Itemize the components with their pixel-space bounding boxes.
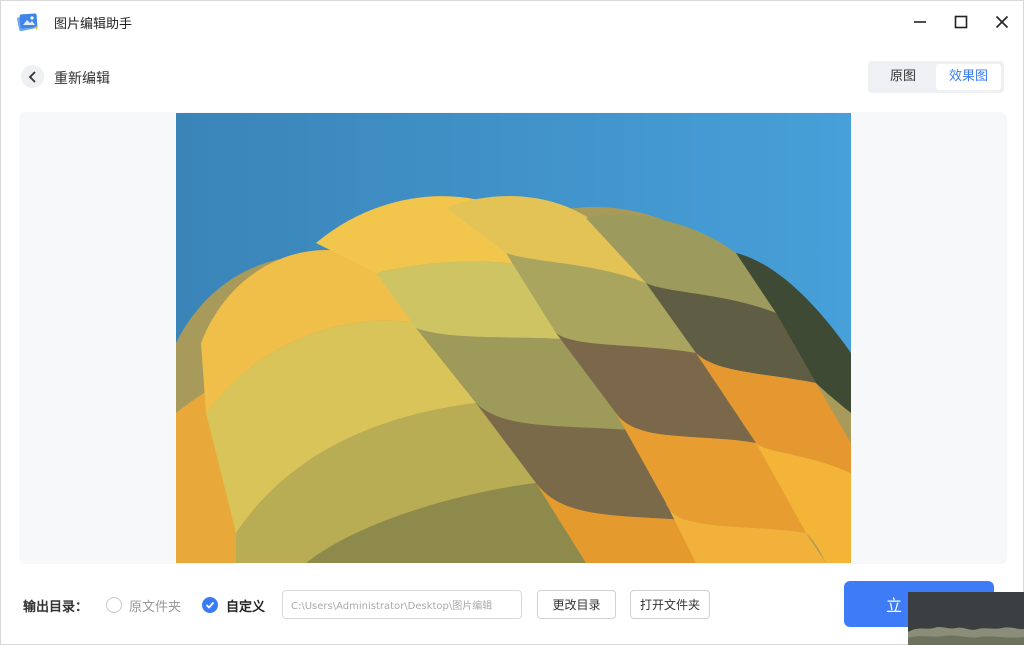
tab-result[interactable]: 效果图 [936,64,1001,90]
open-folder-button[interactable]: 打开文件夹 [630,590,710,619]
radio-label-custom[interactable]: 自定义 [226,596,265,615]
maximize-button[interactable] [949,10,973,34]
radio-custom[interactable] [202,597,218,613]
output-path-field[interactable] [282,590,522,619]
preview-image [176,113,851,563]
change-dir-button[interactable]: 更改目录 [537,590,616,619]
output-dir-label: 输出目录： [23,600,89,615]
app-title: 图片编辑助手 [54,17,133,32]
radio-original-folder[interactable] [106,597,122,613]
tab-original[interactable]: 原图 [871,64,935,90]
app-window: 图片编辑助手 重新编辑 原图 效果图 输出目录： 原文件夹 自定义 C:\Use… [0,0,1024,645]
title-bar: 图片编辑助手 [1,1,1023,43]
chevron-left-icon [28,70,36,83]
minimize-icon [914,21,926,23]
check-icon [205,601,215,609]
app-logo-icon [15,10,41,34]
maximize-icon [954,15,968,29]
back-label[interactable]: 重新编辑 [54,68,110,88]
thumbnail-overlay [908,592,1024,645]
back-button[interactable] [21,65,44,88]
minimize-button[interactable] [908,10,932,34]
view-toggle: 原图 效果图 [868,61,1004,93]
close-icon [995,15,1009,29]
close-button[interactable] [990,10,1014,34]
radio-label-original-folder[interactable]: 原文件夹 [129,596,181,615]
